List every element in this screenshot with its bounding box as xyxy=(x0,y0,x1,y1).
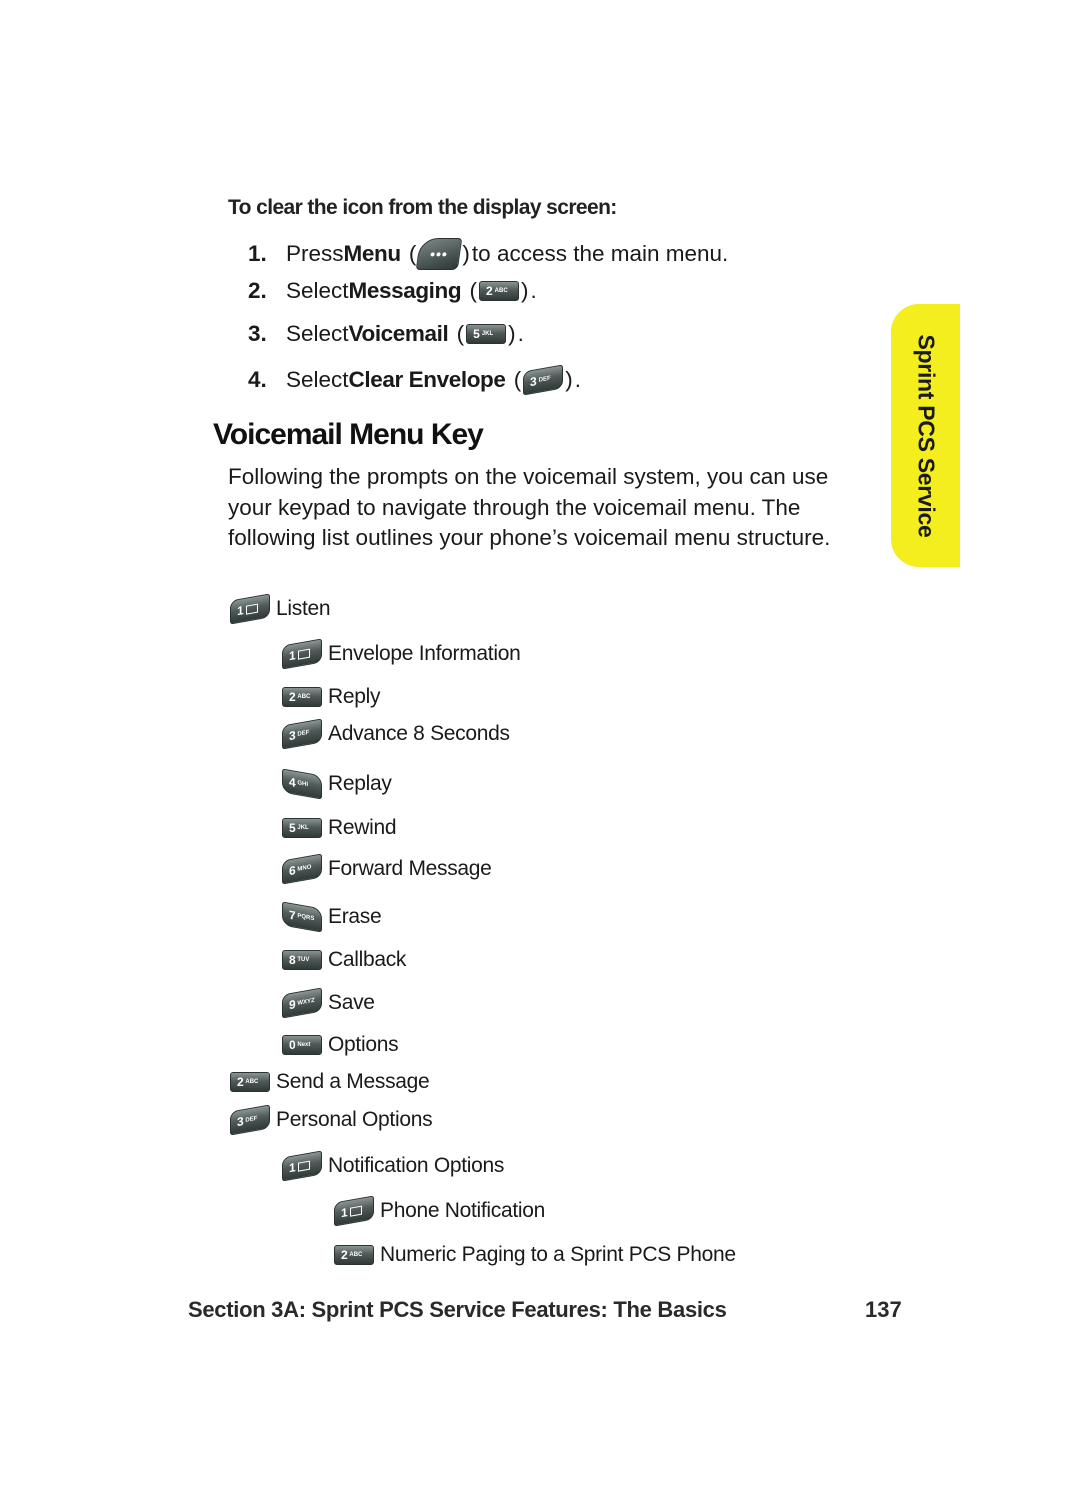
key-2-icon: 2 ABC xyxy=(334,1245,374,1265)
key-2-icon: 2 ABC xyxy=(478,281,519,301)
step-number: 1. xyxy=(248,241,267,266)
menu-item-envelope-information: 1 Envelope Information xyxy=(282,638,521,670)
menu-key-icon: ••• xyxy=(416,238,463,270)
menu-item-numeric-paging: 2 ABC Numeric Paging to a Sprint PCS Phon… xyxy=(334,1243,736,1267)
step-bold-term: Menu xyxy=(343,241,402,266)
menu-item-options: 0 Next Options xyxy=(282,1033,399,1057)
key-8-icon: 8 TUV xyxy=(282,950,322,970)
menu-item-notification-options: 1 Notification Options xyxy=(282,1150,504,1182)
key-5-icon: 5 JKL xyxy=(466,324,507,344)
step-text-pre: Press xyxy=(286,241,344,266)
step-4: 4. Select Clear Envelope ( 3 DEF ). xyxy=(248,364,582,396)
menu-item-save: 9 WXYZ Save xyxy=(282,987,375,1019)
key-1-envelope-icon: 1 xyxy=(230,593,270,625)
side-tab-label: Sprint PCS Service xyxy=(913,334,939,537)
step-text-pre: Select xyxy=(286,321,349,346)
page-number: 137 xyxy=(865,1297,902,1322)
key-2-icon: 2 ABC xyxy=(282,687,322,707)
key-6-icon: 6 MNO xyxy=(282,853,322,885)
key-9-icon: 9 WXYZ xyxy=(282,987,322,1019)
key-7-icon: 7 PQRS xyxy=(282,901,322,933)
key-3-icon: 3 DEF xyxy=(282,718,322,750)
step-text-post: . xyxy=(574,367,582,392)
key-2-icon: 2 ABC xyxy=(230,1072,270,1092)
step-bold-term: Clear Envelope xyxy=(348,367,506,392)
menu-item-advance-8-seconds: 3 DEF Advance 8 Seconds xyxy=(282,718,510,750)
step-number: 4. xyxy=(248,367,267,392)
step-text-post: . xyxy=(530,278,537,303)
key-1-envelope-icon: 1 xyxy=(282,1150,322,1182)
step-1: 1. Press Menu ( ••• ) to access the main… xyxy=(248,238,728,270)
section-paragraph: Following the prompts on the voicemail s… xyxy=(228,464,831,550)
step-text-pre: Select xyxy=(286,278,349,303)
key-1-envelope-icon: 1 xyxy=(282,638,322,670)
footer-section-label: Section 3A: Sprint PCS Service Features:… xyxy=(188,1297,727,1322)
menu-item-erase: 7 PQRS Erase xyxy=(282,901,382,933)
key-0-icon: 0 Next xyxy=(282,1035,322,1055)
key-4-icon: 4 GHI xyxy=(282,768,322,800)
step-bold-term: Voicemail xyxy=(348,321,449,346)
step-2: 2. Select Messaging ( 2 ABC ). xyxy=(248,278,537,303)
key-5-icon: 5 JKL xyxy=(282,818,322,838)
step-number: 2. xyxy=(248,278,267,303)
instructions-subheading: To clear the icon from the display scree… xyxy=(228,196,617,219)
menu-item-rewind: 5 JKL Rewind xyxy=(282,816,397,840)
section-heading: Voicemail Menu Key xyxy=(213,418,484,451)
step-number: 3. xyxy=(248,321,267,346)
menu-item-send-a-message: 2 ABC Send a Message xyxy=(230,1070,430,1094)
menu-item-phone-notification: 1 Phone Notification xyxy=(334,1195,545,1227)
menu-item-reply: 2 ABC Reply xyxy=(282,685,381,709)
menu-item-callback: 8 TUV Callback xyxy=(282,948,406,972)
step-text-pre: Select xyxy=(286,367,349,392)
menu-item-listen: 1 Listen xyxy=(230,593,331,625)
step-3: 3. Select Voicemail ( 5 JKL ). xyxy=(248,321,524,346)
step-bold-term: Messaging xyxy=(348,278,462,303)
step-text-post: to access the main menu. xyxy=(471,241,729,266)
key-1-envelope-icon: 1 xyxy=(334,1195,374,1227)
menu-item-personal-options: 3 DEF Personal Options xyxy=(230,1104,433,1136)
key-3-icon: 3 DEF xyxy=(230,1104,270,1136)
step-text-post: . xyxy=(517,321,524,346)
side-tab: Sprint PCS Service xyxy=(891,304,960,567)
menu-item-forward-message: 6 MNO Forward Message xyxy=(282,853,492,885)
key-3-icon: 3 DEF xyxy=(523,364,564,396)
menu-item-replay: 4 GHI Replay xyxy=(282,768,392,800)
